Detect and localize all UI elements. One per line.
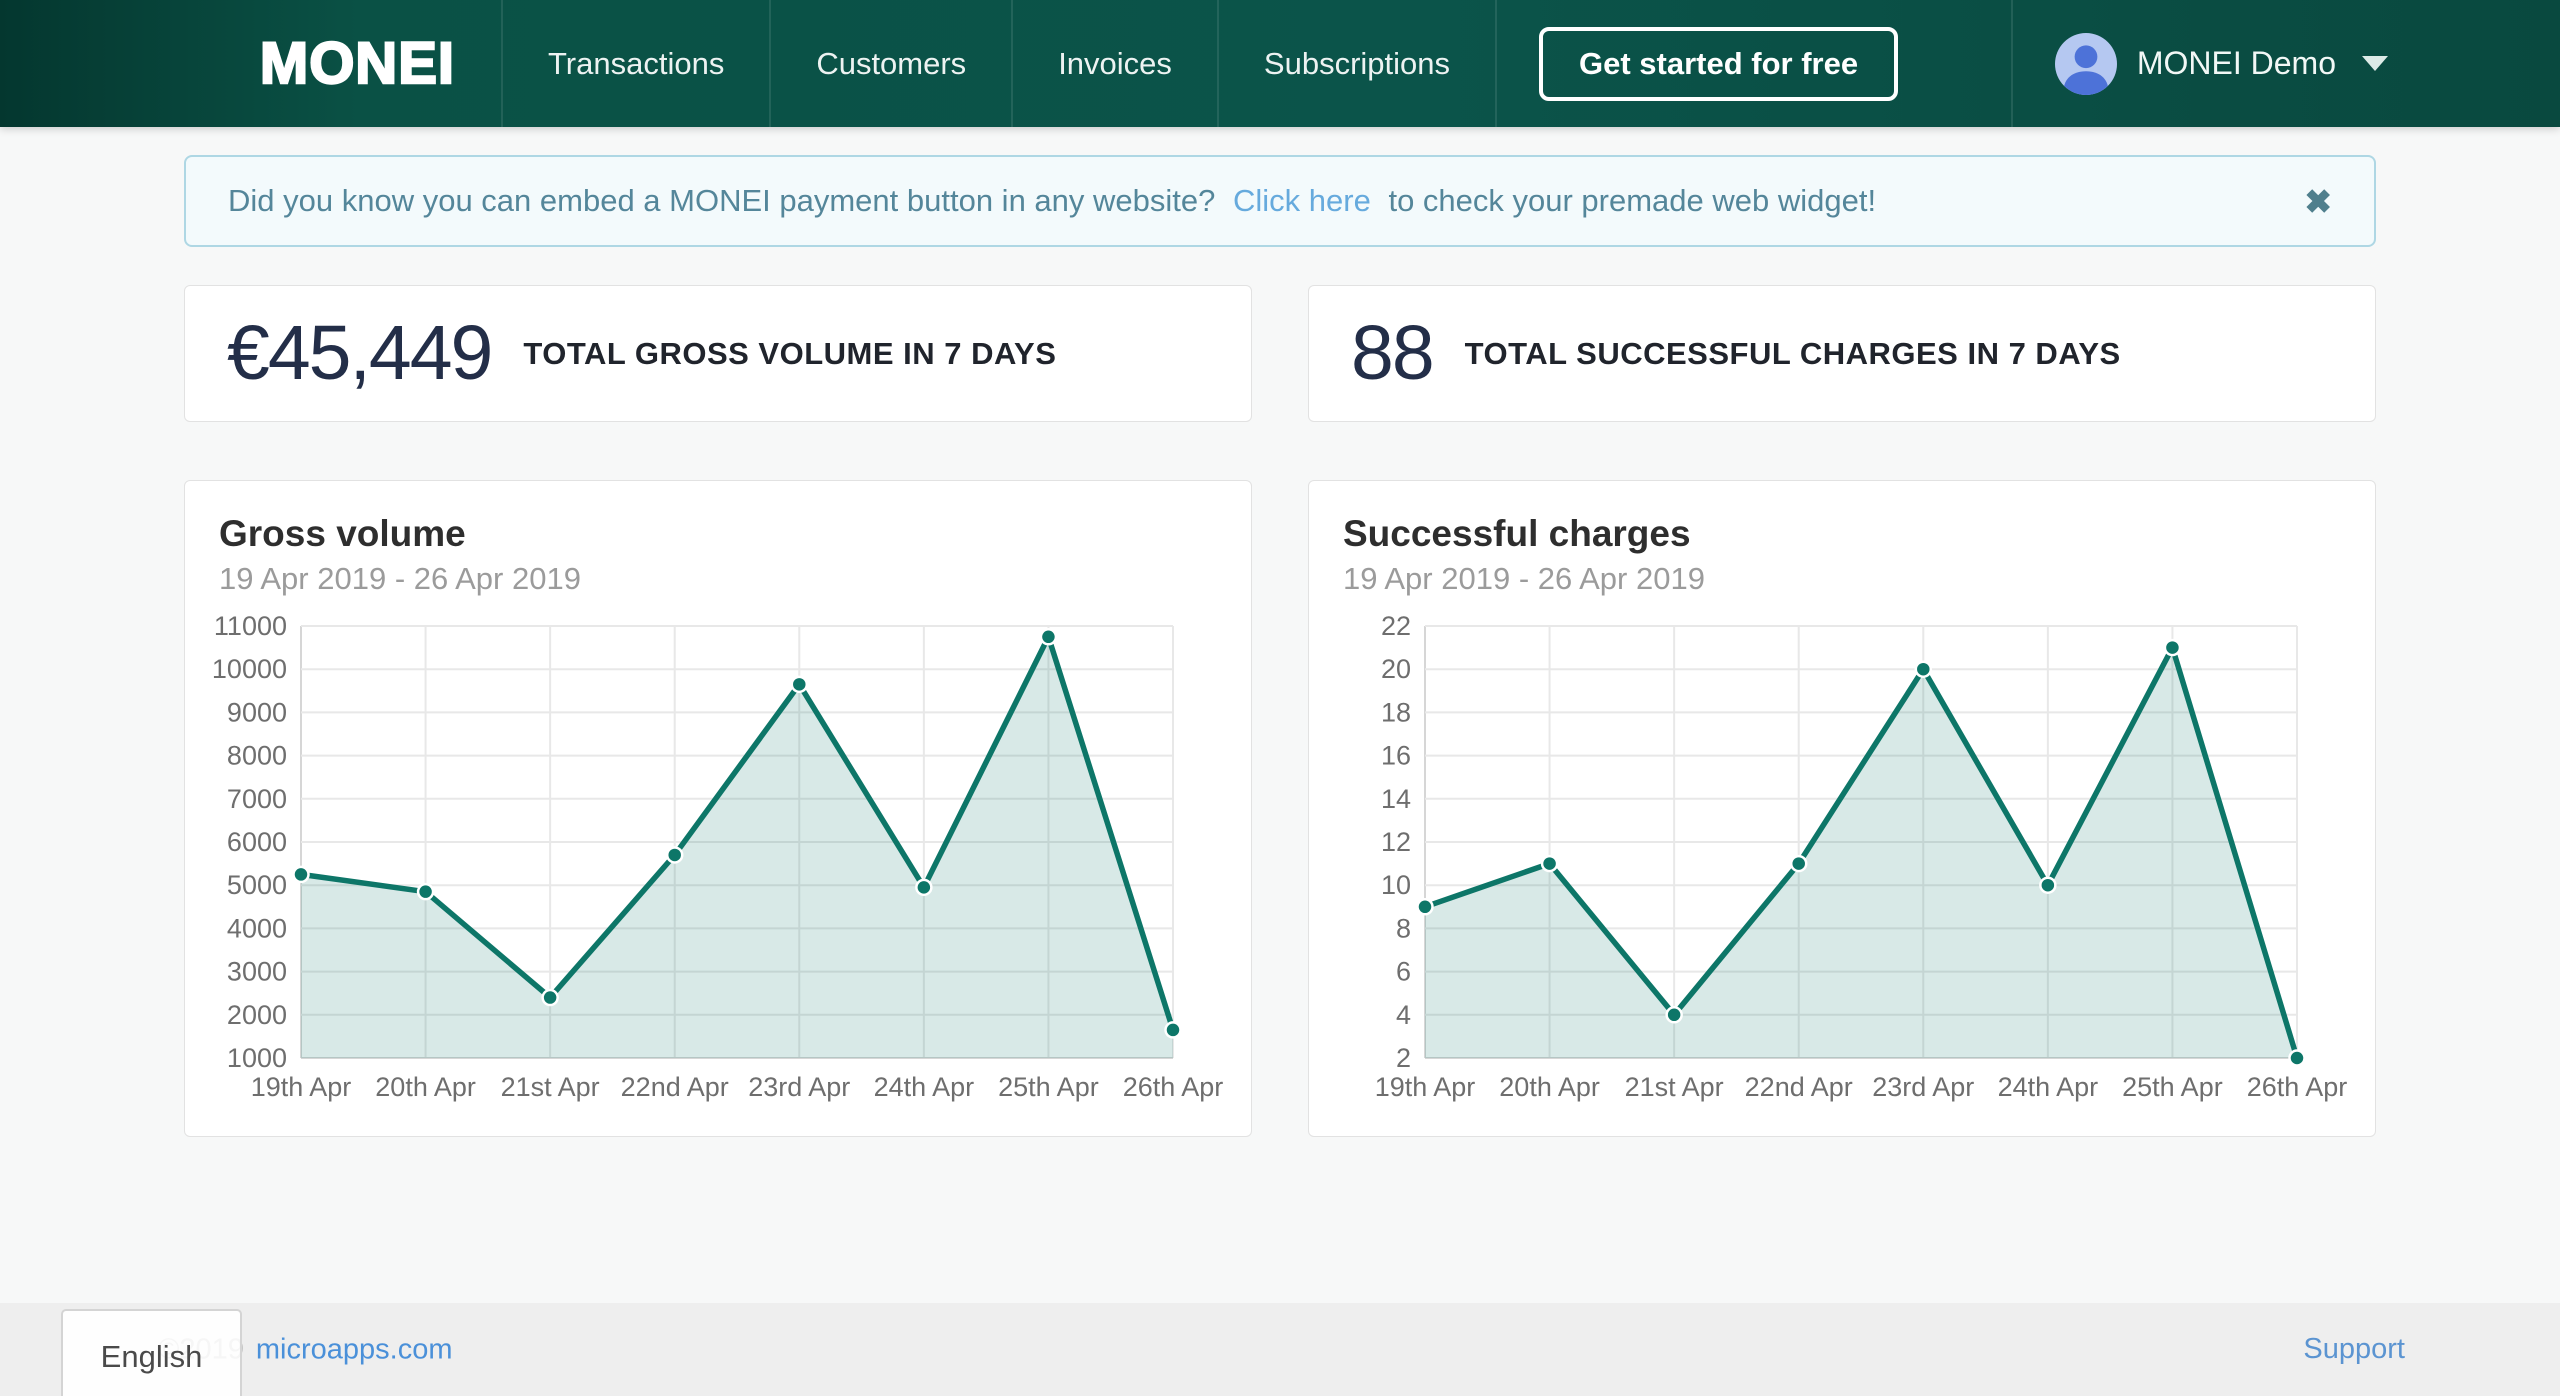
svg-text:12: 12 <box>1381 827 1411 857</box>
svg-text:22nd Apr: 22nd Apr <box>621 1072 729 1102</box>
nav-item-customers[interactable]: Customers <box>771 0 1013 127</box>
svg-text:25th Apr: 25th Apr <box>2122 1072 2223 1102</box>
svg-text:4: 4 <box>1396 1000 1411 1030</box>
nav-item-transactions[interactable]: Transactions <box>503 0 771 127</box>
svg-text:2: 2 <box>1396 1043 1411 1073</box>
microapps-link[interactable]: microapps.com <box>256 1333 453 1365</box>
info-banner: Did you know you can embed a MONEI payme… <box>184 155 2376 247</box>
nav-item-subscriptions[interactable]: Subscriptions <box>1219 0 1497 127</box>
svg-text:2000: 2000 <box>227 1000 287 1030</box>
user-menu[interactable]: MONEI Demo <box>2011 0 2560 127</box>
monei-logo[interactable]: MONEI <box>260 30 455 97</box>
language-selector[interactable]: English <box>61 1309 242 1396</box>
support-link[interactable]: Support <box>2303 1333 2405 1366</box>
gross-volume-label: TOTAL GROSS VOLUME IN 7 DAYS <box>523 336 1056 372</box>
svg-text:20th Apr: 20th Apr <box>1499 1072 1600 1102</box>
svg-text:22: 22 <box>1381 611 1411 641</box>
user-name: MONEI Demo <box>2137 45 2336 82</box>
svg-text:4000: 4000 <box>227 913 287 943</box>
successful-charges-stat-card: 88 TOTAL SUCCESSFUL CHARGES IN 7 DAYS <box>1308 285 2376 422</box>
banner-text-after: to check your premade web widget! <box>1388 183 1876 218</box>
language-label: English <box>101 1339 203 1375</box>
svg-text:19th Apr: 19th Apr <box>251 1072 352 1102</box>
svg-text:20th Apr: 20th Apr <box>375 1072 476 1102</box>
svg-text:7000: 7000 <box>227 784 287 814</box>
svg-text:8000: 8000 <box>227 741 287 771</box>
svg-text:14: 14 <box>1381 784 1411 814</box>
svg-text:23rd Apr: 23rd Apr <box>1872 1072 1974 1102</box>
svg-text:16: 16 <box>1381 741 1411 771</box>
svg-text:21st Apr: 21st Apr <box>501 1072 600 1102</box>
user-avatar-icon <box>2055 33 2117 95</box>
chart-date-range: 19 Apr 2019 - 26 Apr 2019 <box>219 561 1223 597</box>
svg-text:26th Apr: 26th Apr <box>2247 1072 2347 1102</box>
svg-text:20: 20 <box>1381 654 1411 684</box>
successful-charges-chart: 2 4 6 8 10 12 14 16 18 20 22 19th Apr 20th Apr 21st A… <box>1337 607 2347 1107</box>
svg-text:22nd Apr: 22nd Apr <box>1745 1072 1853 1102</box>
svg-text:21st Apr: 21st Apr <box>1625 1072 1724 1102</box>
svg-text:9000: 9000 <box>227 697 287 727</box>
svg-text:24th Apr: 24th Apr <box>874 1072 975 1102</box>
top-nav: MONEI Transactions Customers Invoices Su… <box>0 0 2560 127</box>
charts-row: Gross volume 19 Apr 2019 - 26 Apr 2019 1… <box>184 480 2376 1137</box>
gross-volume-chart-card: Gross volume 19 Apr 2019 - 26 Apr 2019 1… <box>184 480 1252 1137</box>
gross-volume-value: €45,449 <box>227 315 491 392</box>
svg-text:25th Apr: 25th Apr <box>998 1072 1099 1102</box>
chevron-down-icon <box>2362 56 2388 71</box>
svg-text:6000: 6000 <box>227 827 287 857</box>
get-started-button[interactable]: Get started for free <box>1539 27 1898 101</box>
banner-text: Did you know you can embed a MONEI payme… <box>228 183 1876 219</box>
svg-text:5000: 5000 <box>227 870 287 900</box>
svg-text:11000: 11000 <box>214 611 287 641</box>
banner-click-here-link[interactable]: Click here <box>1233 183 1371 218</box>
svg-text:18: 18 <box>1381 697 1411 727</box>
chart-date-range: 19 Apr 2019 - 26 Apr 2019 <box>1343 561 2347 597</box>
svg-text:1000: 1000 <box>227 1043 287 1073</box>
gross-volume-chart: 1000 2000 3000 4000 5000 6000 7000 8000 9000 1000… <box>213 607 1223 1107</box>
svg-text:8: 8 <box>1396 913 1411 943</box>
successful-charges-value: 88 <box>1351 315 1433 392</box>
footer: ©2019microapps.com English Support <box>0 1303 2560 1396</box>
svg-text:3000: 3000 <box>227 957 287 987</box>
close-icon[interactable]: ✖ <box>2304 185 2332 218</box>
chart-title: Successful charges <box>1343 513 2347 555</box>
svg-text:6: 6 <box>1396 957 1411 987</box>
svg-text:26th Apr: 26th Apr <box>1123 1072 1223 1102</box>
logo-section: MONEI <box>0 0 503 127</box>
stats-row: €45,449 TOTAL GROSS VOLUME IN 7 DAYS 88 … <box>184 285 2376 422</box>
svg-text:10: 10 <box>1381 870 1411 900</box>
successful-charges-label: TOTAL SUCCESSFUL CHARGES IN 7 DAYS <box>1465 336 2121 372</box>
banner-text-before: Did you know you can embed a MONEI payme… <box>228 183 1215 218</box>
chart-title: Gross volume <box>219 513 1223 555</box>
successful-charges-chart-card: Successful charges 19 Apr 2019 - 26 Apr … <box>1308 480 2376 1137</box>
svg-text:19th Apr: 19th Apr <box>1375 1072 1476 1102</box>
gross-volume-stat-card: €45,449 TOTAL GROSS VOLUME IN 7 DAYS <box>184 285 1252 422</box>
svg-text:23rd Apr: 23rd Apr <box>748 1072 850 1102</box>
nav-item-invoices[interactable]: Invoices <box>1013 0 1219 127</box>
svg-text:10000: 10000 <box>213 654 287 684</box>
svg-text:24th Apr: 24th Apr <box>1998 1072 2099 1102</box>
